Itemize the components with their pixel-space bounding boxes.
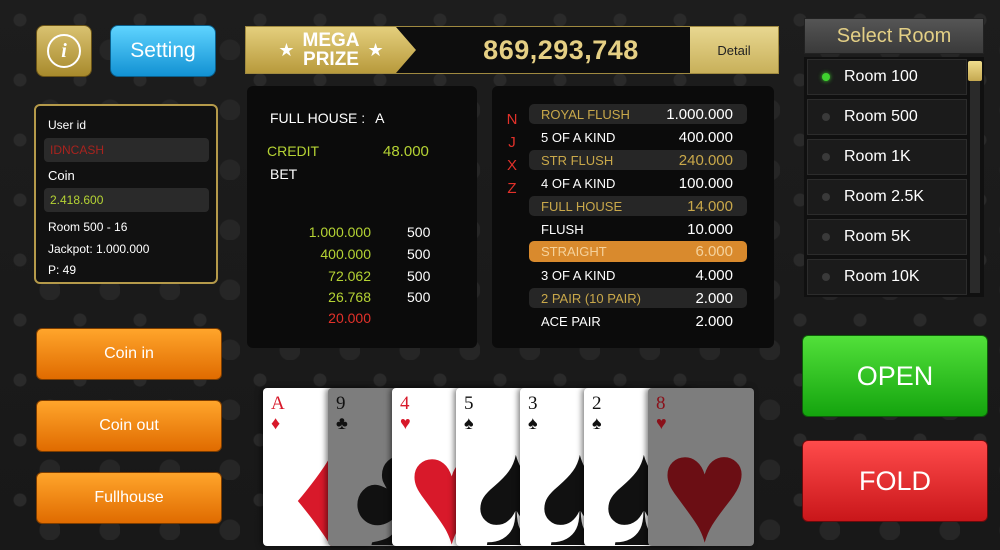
radio-selected-icon (822, 73, 830, 81)
jackpot-info: Jackpot: 1.000.000 (48, 242, 150, 256)
bet-value: 500 (407, 246, 431, 262)
paytable-row: 3 OF A KIND 4.000 (541, 266, 733, 284)
coin-field: 2.418.600 (44, 188, 209, 212)
paytable-row: FULL HOUSE 14.000 (529, 196, 747, 216)
fullhouse-button[interactable]: Fullhouse (36, 472, 222, 524)
room-item-500[interactable]: Room 500 (807, 99, 967, 135)
full-house-label: FULL HOUSE : (270, 110, 366, 126)
mega-prize-banner: ★ MEGA PRIZE ★ 869,293,748 Detail (245, 26, 779, 74)
mega-label: MEGA (302, 30, 360, 51)
paytable-row: FLUSH 10.000 (541, 220, 733, 238)
bet-amount: 20.000 (328, 310, 371, 326)
paytable-row: 2 PAIR (10 PAIR) 2.000 (529, 288, 747, 308)
bet-label: BET (270, 166, 298, 182)
fold-button[interactable]: FOLD (802, 440, 988, 522)
paytable-row: ACE PAIR 2.000 (541, 312, 733, 330)
user-id-label: User id (48, 118, 87, 132)
paytable-row: STR FLUSH 240.000 (529, 150, 747, 170)
prize-label: PRIZE (303, 49, 359, 70)
radio-icon (822, 113, 830, 121)
radio-icon (822, 153, 830, 161)
spade-icon: ♠ (528, 413, 538, 433)
bet-value: 500 (407, 268, 431, 284)
room-item-2-5k[interactable]: Room 2.5K (807, 179, 967, 215)
paytable-row: ROYAL FLUSH 1.000.000 (529, 104, 747, 124)
room-item-100[interactable]: Room 100 (807, 59, 967, 95)
bet-amount: 72.062 (328, 268, 371, 284)
star-icon: ★ (367, 39, 384, 60)
bet-amount: 400.000 (320, 246, 371, 262)
room-scrollbar-thumb[interactable] (968, 61, 982, 81)
bet-panel: FULL HOUSE : A CREDIT 48.000 BET 1.000.0… (247, 86, 477, 348)
paytable-row: 5 OF A KIND 400.000 (541, 128, 733, 146)
full-house-value: A (375, 110, 385, 126)
detail-button[interactable]: Detail (690, 27, 778, 73)
radio-icon (822, 233, 830, 241)
paytable-panel: N J X Z ROYAL FLUSH 1.000.000 5 OF A KIND… (492, 86, 774, 348)
setting-button[interactable]: Setting (110, 25, 216, 77)
club-icon: ♣ (336, 413, 348, 433)
paytable-row: 4 OF A KIND 100.000 (541, 174, 733, 192)
coin-in-button[interactable]: Coin in (36, 328, 222, 380)
room-scrollbar[interactable] (970, 61, 980, 293)
coin-label: Coin (48, 168, 75, 183)
mega-prize-tag: ★ MEGA PRIZE ★ (246, 27, 416, 73)
diamond-icon: ♦ (271, 413, 281, 433)
side-letters: N J X Z (506, 111, 518, 197)
info-button[interactable]: i (36, 25, 92, 77)
coin-out-button[interactable]: Coin out (36, 400, 222, 452)
card-7[interactable]: 8 ♥ ♥ (648, 388, 754, 546)
info-icon: i (47, 34, 81, 68)
room-list: Room 100 Room 500 Room 1K Room 2.5K Room… (804, 57, 984, 297)
star-icon: ★ (278, 39, 295, 60)
room-item-1k[interactable]: Room 1K (807, 139, 967, 175)
spade-icon: ♠ (464, 413, 474, 433)
select-room-header: Select Room (804, 18, 984, 54)
room-item-5k[interactable]: Room 5K (807, 219, 967, 255)
radio-icon (822, 193, 830, 201)
bet-value: 500 (407, 289, 431, 305)
credit-value: 48.000 (383, 143, 429, 160)
room-info: Room 500 - 16 (48, 220, 128, 234)
bet-amount: 26.768 (328, 289, 371, 305)
room-item-10k[interactable]: Room 10K (807, 259, 967, 295)
heart-icon: ♥ (660, 405, 750, 546)
mega-prize-amount: 869,293,748 (483, 34, 639, 65)
spade-icon: ♠ (592, 413, 602, 433)
paytable-row-highlighted: STRAIGHT 6.000 (529, 241, 747, 262)
p-info: P: 49 (48, 263, 77, 277)
bet-amount: 1.000.000 (308, 224, 371, 240)
user-info-panel: User id IDNCASH Coin 2.418.600 Room 500 … (34, 104, 218, 284)
credit-label: CREDIT (267, 143, 320, 159)
bet-value: 500 (407, 224, 431, 240)
radio-icon (822, 273, 830, 281)
open-button[interactable]: OPEN (802, 335, 988, 417)
user-id-field: IDNCASH (44, 138, 209, 162)
